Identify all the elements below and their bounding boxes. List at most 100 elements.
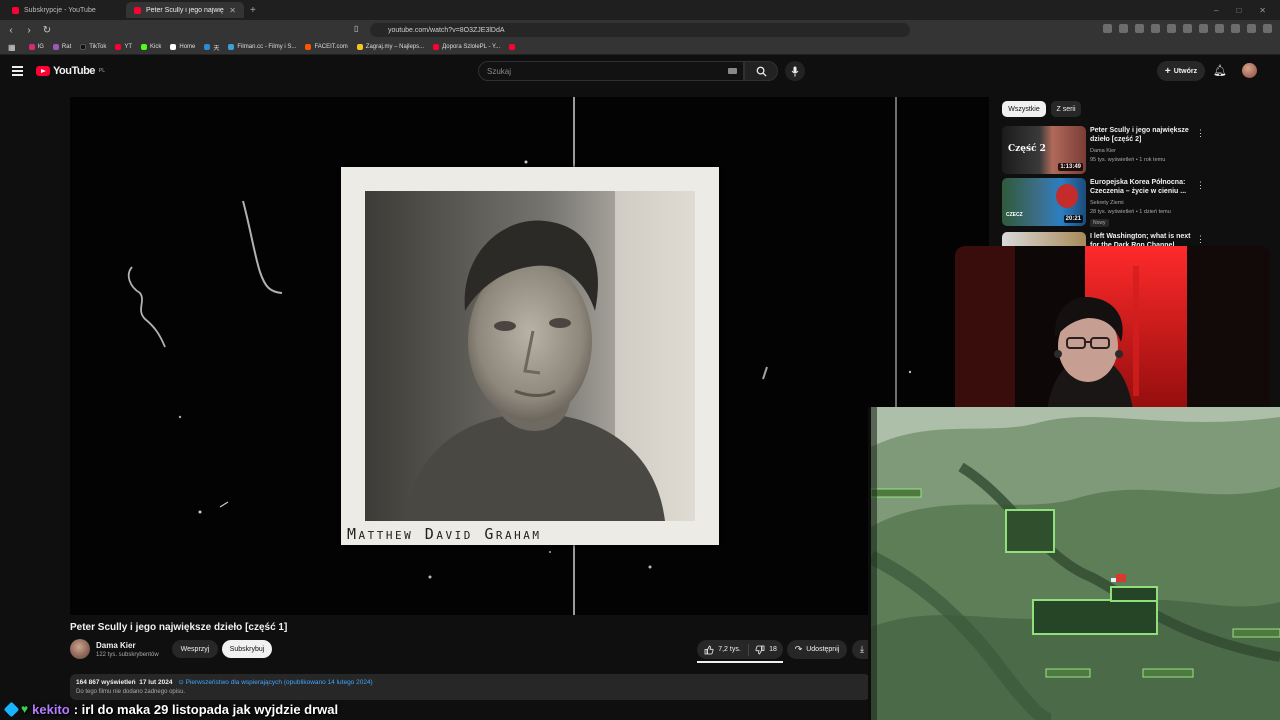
address-bar[interactable]: youtube.com/watch?v=8O3ZJE3lDdA: [370, 23, 910, 37]
plus-icon: +: [1164, 65, 1171, 77]
bookmark-label: Home: [179, 44, 196, 50]
recommendation-thumbnail[interactable]: Część 2 1:13:49: [1002, 126, 1086, 174]
dislike-count: 18: [769, 646, 777, 653]
recommendation-item[interactable]: CZECZ 20:21 Europejska Korea Północna: C…: [1002, 178, 1262, 228]
bookmark-item[interactable]: Rat: [52, 44, 72, 50]
chat-message-text: : irl do maka 29 listopada jak wyjdzie d…: [73, 701, 339, 717]
search-input[interactable]: Szukaj: [478, 61, 744, 81]
new-tab-button[interactable]: +: [250, 5, 256, 16]
channel-name[interactable]: Dama Kier: [96, 641, 136, 650]
bookmark-item[interactable]: Filman.cc - Filmy i S...: [228, 44, 296, 50]
bookmark-item[interactable]: Home: [170, 44, 195, 50]
subscribe-button[interactable]: Subskrybuj: [222, 640, 272, 658]
search-button[interactable]: [744, 61, 778, 81]
bookmark-item[interactable]: 天: [204, 43, 219, 52]
recommendation-channel[interactable]: Sekrety Ziemi: [1090, 200, 1124, 206]
voice-search-button[interactable]: [785, 61, 805, 81]
reload-icon[interactable]: ↻: [40, 25, 54, 36]
recommendation-meta: 28 tys. wyświetleń • 1 dzień temu: [1090, 209, 1171, 215]
bookmark-label: Дорога SzlolePL - Y...: [442, 44, 501, 50]
dislike-button[interactable]: 18: [749, 645, 783, 655]
duration-badge: 20:21: [1063, 215, 1083, 223]
bookmark-item[interactable]: Дорога SzlolePL - Y...: [433, 44, 500, 50]
extension-icon[interactable]: [1215, 24, 1224, 33]
more-options-icon[interactable]: ⋮: [1196, 128, 1205, 139]
recommendation-title[interactable]: Peter Scully i jego największe dzieło [c…: [1090, 126, 1190, 144]
extension-icon[interactable]: [1247, 24, 1256, 33]
bookmark-favicon-icon: [115, 44, 122, 50]
back-arrow-icon[interactable]: ‹: [4, 25, 18, 36]
more-options-icon[interactable]: ⋮: [1196, 180, 1205, 191]
bookmark-item[interactable]: FACEIT.com: [305, 44, 348, 50]
account-avatar[interactable]: [1242, 63, 1257, 78]
bookmark-item[interactable]: YT: [115, 44, 132, 50]
bookmark-item[interactable]: [509, 44, 516, 50]
channel-avatar[interactable]: [70, 639, 90, 659]
support-button[interactable]: Wesprzyj: [172, 640, 218, 658]
extension-icon[interactable]: [1183, 24, 1192, 33]
recommendation-item[interactable]: Część 2 1:13:49 Peter Scully i jego najw…: [1002, 126, 1262, 176]
extension-icon[interactable]: [1103, 24, 1112, 33]
bookmark-favicon-icon: [433, 44, 440, 50]
no-description-text: Do tego filmu nie dodano żadnego opisu.: [76, 689, 186, 695]
youtube-logo[interactable]: YouTube PL: [36, 65, 105, 77]
close-tab-icon[interactable]: ✕: [229, 6, 236, 15]
close-window-button[interactable]: ✕: [1259, 6, 1266, 15]
bookmark-item[interactable]: TikTok: [80, 44, 106, 50]
description-box[interactable]: 164 867 wyświetleń 17 lut 2024 ⊙ Pierwsz…: [70, 674, 870, 700]
recommendation-title[interactable]: Europejska Korea Północna: Czeczenia – ż…: [1090, 178, 1190, 196]
bookmark-label: Filman.cc - Filmy i S...: [237, 44, 297, 50]
like-button[interactable]: 7,2 tys.: [697, 643, 749, 656]
keyboard-icon[interactable]: [728, 68, 737, 74]
browser-tab-subscriptions[interactable]: Subskrypcje - YouTube: [4, 2, 122, 18]
create-button[interactable]: + Utwórz: [1157, 61, 1205, 81]
recommendation-channel[interactable]: Dama Kier: [1090, 148, 1116, 154]
hamburger-menu-icon[interactable]: [12, 66, 23, 78]
chip-all[interactable]: Wszystkie: [1002, 101, 1046, 117]
thumbs-down-icon: [755, 645, 765, 654]
bookmark-item[interactable]: Zagraj.my – Najleps...: [356, 44, 424, 50]
share-label: Udostępnij: [806, 646, 840, 653]
bookmark-label: Rat: [61, 44, 72, 50]
video-player[interactable]: Matthew David Graham: [70, 97, 989, 615]
streamer-webcam-image: [955, 246, 1270, 424]
recommendation-title[interactable]: I left Washington; what is next for the …: [1090, 232, 1200, 246]
extension-icon[interactable]: [1135, 24, 1144, 33]
recommendation-thumbnail[interactable]: CZECZ 20:21: [1002, 178, 1086, 226]
extension-icon[interactable]: [1199, 24, 1208, 33]
apps-grid-icon[interactable]: ▦: [8, 43, 16, 52]
like-count: 7,2 tys.: [718, 646, 741, 653]
notifications-bell-icon[interactable]: 🔔︎: [1213, 64, 1227, 77]
bookmark-item[interactable]: IG: [28, 44, 44, 50]
browser-tab-video[interactable]: Peter Scully i jego największ ✕: [126, 2, 244, 18]
recommendation-meta: 95 tys. wyświetleń • 1 rok temu: [1090, 157, 1166, 163]
bookmark-item[interactable]: Kick: [141, 44, 161, 50]
platformer-game-scene: [871, 407, 1280, 720]
logo-text: YouTube: [53, 65, 95, 77]
forward-arrow-icon[interactable]: ›: [22, 25, 36, 36]
extension-icon[interactable]: [1119, 24, 1128, 33]
browser-tab-strip: Subskrypcje - YouTube Peter Scully i jeg…: [0, 0, 1280, 20]
bookmark-label: YT: [124, 44, 133, 50]
tab-label: Peter Scully i jego największ: [146, 6, 224, 14]
recommendation-thumbnail[interactable]: [1002, 232, 1086, 246]
bookmark-label: Kick: [150, 44, 162, 50]
heart-badge-icon: ♥: [21, 702, 29, 716]
minimize-button[interactable]: –: [1214, 6, 1218, 15]
webcam-overlay: [955, 246, 1270, 424]
recommendation-item[interactable]: I left Washington; what is next for the …: [1002, 232, 1262, 246]
extension-icon[interactable]: [1231, 24, 1240, 33]
menu-icon[interactable]: [1263, 24, 1272, 33]
chip-series[interactable]: Z serii: [1051, 101, 1081, 117]
share-button[interactable]: ↷ Udostępnij: [787, 640, 847, 659]
priority-note-link[interactable]: ⊙ Pierwszeństwo dla wspierających (opubl…: [178, 679, 372, 686]
player-character: [1116, 574, 1126, 582]
new-badge: Nowy: [1090, 219, 1109, 227]
extension-icon[interactable]: [1167, 24, 1176, 33]
extension-icon[interactable]: [1151, 24, 1160, 33]
maximize-button[interactable]: □: [1236, 6, 1241, 15]
more-options-icon[interactable]: ⋮: [1196, 234, 1205, 245]
search-placeholder: Szukaj: [487, 67, 512, 76]
publish-date: 17 lut 2024: [139, 679, 173, 686]
bookmark-icon[interactable]: ▯: [354, 24, 358, 33]
